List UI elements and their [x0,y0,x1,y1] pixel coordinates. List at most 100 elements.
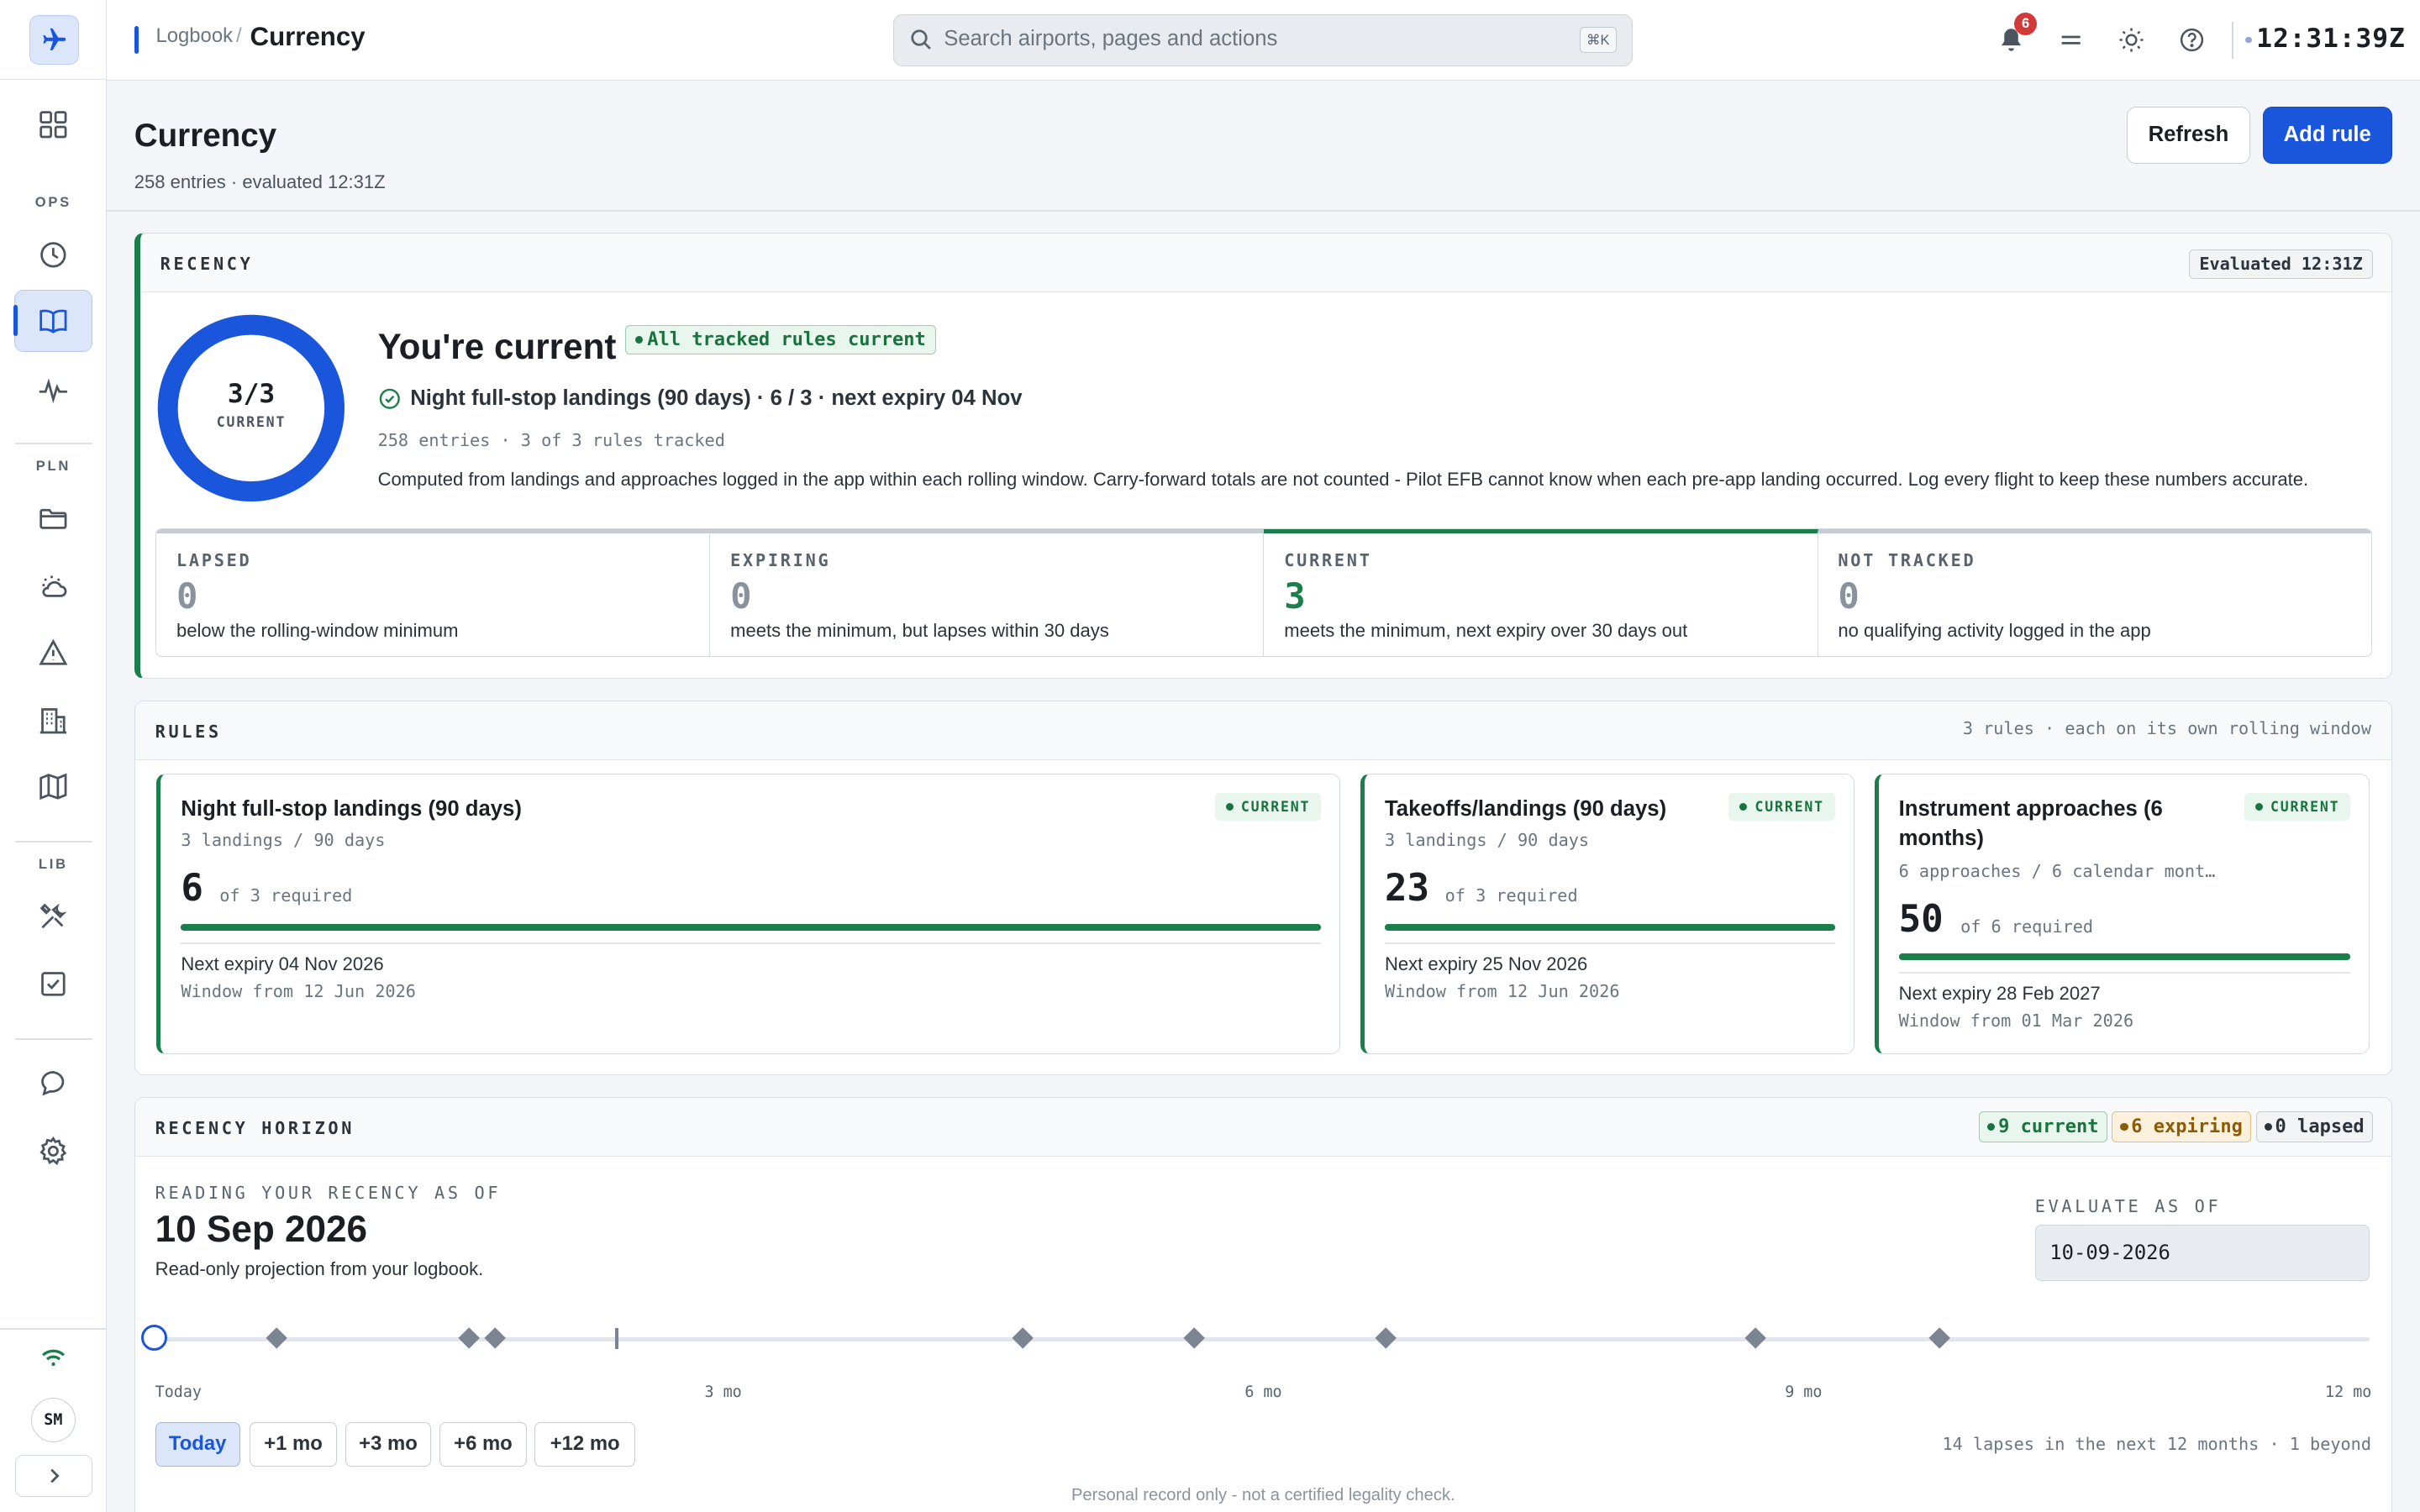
sidebar-item-settings[interactable] [14,1120,93,1181]
status-dot [2264,1123,2272,1131]
page-subtitle: 258 entries · evaluated 12:31Z [134,171,386,192]
stat-current[interactable]: CURRENT 3 meets the minimum, next expiry… [1264,529,1818,656]
sidebar-item-chat[interactable] [14,1053,93,1114]
jump-today-button[interactable]: Today [155,1421,240,1467]
map-icon [39,773,67,801]
rule-status-badge: CURRENT [2244,793,2351,822]
jump-3mo-button[interactable]: +3 mo [345,1421,432,1467]
utc-clock: 12:31:39Z [2256,23,2406,54]
chevron-right-icon [50,1468,60,1483]
search-input[interactable] [944,25,1561,54]
current-count-pill[interactable]: 9 current [1979,1111,2107,1143]
horizon-footer: 14 lapses in the next 12 months · 1 beyo… [1942,1434,2371,1455]
breadcrumb-logbook[interactable]: Logbook [155,24,233,48]
stat-label: NOT TRACKED [1838,550,1976,571]
recency-stats: LAPSED 0 below the rolling-window minimu… [155,528,2372,657]
lapsed-count-pill[interactable]: 0 lapsed [2255,1111,2373,1143]
timeline-expiry-event[interactable] [458,1327,481,1350]
rule-status-label: CURRENT [1240,799,1311,816]
evaluate-date-input[interactable] [2034,1224,2370,1282]
stat-expiring[interactable]: EXPIRING 0 meets the minimum, but lapses… [710,529,1265,656]
rule-spec: 6 approaches / 6 calendar mont… [1898,861,2216,882]
timeline-expiry-event[interactable] [1011,1327,1034,1350]
recency-status-text: Night full-stop landings (90 days) · 6 /… [410,386,1023,411]
stat-value: 0 [176,575,198,617]
sidebar-section-lib: LIB [38,856,68,873]
timeline-expiry-event[interactable] [1375,1327,1397,1350]
sidebar-item-dashboard[interactable] [14,94,93,155]
refresh-button[interactable]: Refresh [2126,106,2250,164]
search-bar[interactable]: ⌘K [893,13,1634,66]
status-dot [1739,803,1748,811]
sidebar-section-pln: PLN [35,458,71,475]
rule-divider [181,942,1322,945]
jump-6mo-button[interactable]: +6 mo [439,1421,528,1467]
stat-not-tracked[interactable]: NOT TRACKED 0 no qualifying activity log… [1818,529,2371,655]
sidebar-item-notams[interactable] [14,622,93,683]
stat-lapsed[interactable]: LAPSED 0 below the rolling-window minimu… [156,529,711,656]
jump-1mo-button[interactable]: +1 mo [249,1421,338,1467]
timeline-expiry-event[interactable] [1928,1327,1951,1350]
rule-divider [1384,942,1835,945]
timeline-today-marker[interactable] [141,1324,168,1352]
add-rule-button[interactable]: Add rule [2262,106,2392,164]
menu-button[interactable] [2053,22,2090,59]
rule-card-instrument-approaches[interactable]: Instrument approaches (6 months) 6 appro… [1874,774,2370,1055]
timeline-expiry-event[interactable] [1183,1327,1206,1350]
sidebar-item-airports[interactable] [14,690,93,751]
all-current-chip: All tracked rules current [624,324,936,354]
sidebar-item-plans[interactable] [14,487,93,549]
rule-required: of 3 required [1444,885,1578,906]
reading-date: 10 Sep 2026 [155,1209,368,1251]
breadcrumb-separator: / [236,24,242,48]
rules-panel-header: RULES 3 rules · each on its own rolling … [134,701,2391,760]
grid-icon [39,111,67,139]
timeline-expiry-event[interactable] [1744,1327,1766,1350]
stat-description: no qualifying activity logged in the app [1838,619,2151,641]
timeline-evaluation-marker [614,1327,618,1350]
avatar[interactable]: SM [30,1398,76,1443]
rule-divider [1898,972,2351,974]
theme-toggle-button[interactable] [2112,22,2149,59]
rule-card-takeoffs-landings[interactable]: Takeoffs/landings (90 days) 3 landings /… [1360,774,1854,1055]
horizon-summary-pills: 9 current 6 expiring 0 lapsed [1979,1111,2373,1143]
sidebar-item-checklists[interactable] [14,953,93,1015]
recency-label: RECENCY [160,254,254,275]
rule-card-night-landings[interactable]: Night full-stop landings (90 days) 3 lan… [156,774,1341,1055]
sidebar-item-logbook[interactable] [13,290,93,352]
rules-panel: RULES 3 rules · each on its own rolling … [134,700,2392,1076]
horizon-label: RECENCY HORIZON [155,1117,355,1138]
clock-icon [40,241,66,268]
rule-required: of 3 required [219,885,353,906]
expand-sidebar-button[interactable] [15,1455,93,1497]
sidebar-item-history[interactable] [14,223,93,285]
app-logo-plane-icon[interactable] [29,15,79,66]
stat-label: EXPIRING [730,550,831,571]
reading-subtitle: Read-only projection from your logbook. [155,1257,484,1279]
expiring-count-pill[interactable]: 6 expiring [2112,1111,2252,1143]
page-title: Currency [134,117,277,154]
rule-window: Window from 12 Jun 2026 [1384,981,1620,1002]
sidebar-item-weather[interactable] [14,555,93,617]
stat-value: 3 [1284,575,1306,617]
rule-status-label: CURRENT [1754,799,1824,816]
recency-description: Computed from landings and approaches lo… [377,468,2309,490]
sidebar-item-activity[interactable] [14,360,93,421]
sidebar-divider [15,1038,93,1040]
timeline-expiry-event[interactable] [266,1327,288,1350]
donut-value: 3/3 [227,378,276,409]
timeline-label-3mo: 3 mo [704,1383,742,1401]
jump-12mo-button[interactable]: +12 mo [534,1421,635,1467]
recency-status-line: Night full-stop landings (90 days) · 6 /… [378,386,1023,411]
disclaimer: Personal record only - not a certified l… [1071,1485,1455,1504]
rule-title: Takeoffs/landings (90 days) [1384,797,1667,822]
help-button[interactable] [2173,22,2210,59]
sidebar-item-tools[interactable] [14,885,93,947]
recency-headline: You're current [377,326,617,366]
rule-progress-bar [181,924,1322,931]
rules-summary: 3 rules · each on its own rolling window [1962,718,2371,739]
timeline-expiry-event[interactable] [483,1327,506,1350]
recency-panel: RECENCY Evaluated 12:31Z 3/3 CURRENT You… [134,233,2392,680]
sidebar-item-charts[interactable] [14,756,93,817]
timeline-label-today: Today [155,1383,202,1401]
